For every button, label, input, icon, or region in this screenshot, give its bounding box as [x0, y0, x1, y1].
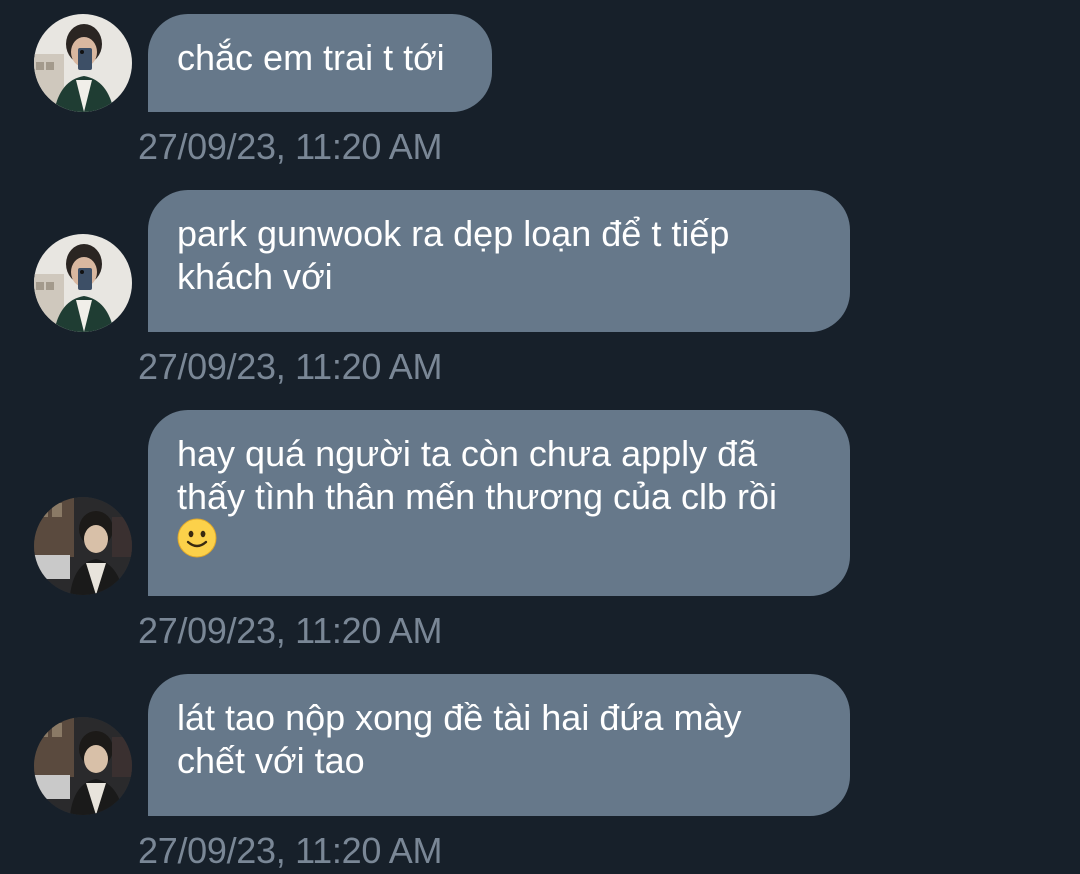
message-timestamp: 27/09/23, 11:20 AM — [138, 830, 443, 871]
message-text: khách với — [177, 256, 333, 297]
avatar[interactable] — [34, 717, 132, 815]
message-timestamp: 27/09/23, 11:20 AM — [138, 346, 443, 387]
message-text: chắc em trai t tới — [177, 37, 445, 78]
message-bubble[interactable]: park gunwook ra dẹp loạn để t tiếp khách… — [148, 190, 850, 332]
avatar[interactable] — [34, 234, 132, 332]
message-text: lát tao nộp xong đề tài hai đứa mày — [177, 697, 742, 738]
message-timestamp: 27/09/23, 11:20 AM — [138, 610, 443, 651]
message-text: hay quá người ta còn chưa apply đã — [177, 433, 758, 474]
avatar-photo-b — [34, 717, 132, 815]
message-timestamp: 27/09/23, 11:20 AM — [138, 126, 443, 167]
message-bubble[interactable]: hay quá người ta còn chưa apply đã thấy … — [148, 410, 850, 596]
message-text: park gunwook ra dẹp loạn để t tiếp — [177, 213, 730, 254]
message-text: chết với tao — [177, 740, 365, 781]
avatar[interactable] — [34, 497, 132, 595]
avatar-photo-b — [34, 497, 132, 595]
avatar[interactable] — [34, 14, 132, 112]
message-bubble[interactable]: chắc em trai t tới — [148, 14, 492, 112]
message-emoji-line — [177, 518, 820, 561]
message-bubble[interactable]: lát tao nộp xong đề tài hai đứa mày chết… — [148, 674, 850, 816]
avatar-photo-a — [34, 234, 132, 332]
avatar-photo-a — [34, 14, 132, 112]
slightly-smiling-face-icon — [177, 518, 217, 558]
message-text: thấy tình thân mến thương của clb rồi — [177, 476, 778, 517]
